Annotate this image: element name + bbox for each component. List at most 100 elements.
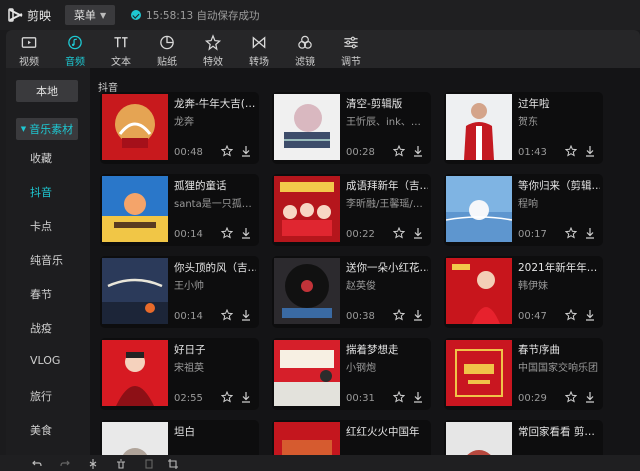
tab-sticker[interactable]: 贴纸 <box>144 30 190 68</box>
sidebar-item-instrumental[interactable]: 纯音乐 <box>30 252 63 268</box>
track-card[interactable]: 揣着梦想走 小钢炮 00:31 <box>272 338 431 410</box>
favorite-star-icon[interactable] <box>393 145 405 157</box>
effects-icon <box>204 34 222 51</box>
album-cover <box>446 422 512 455</box>
tab-effects[interactable]: 特效 <box>190 30 236 68</box>
track-card[interactable]: 坦白 <box>100 420 259 455</box>
filter-icon <box>298 35 312 49</box>
track-card[interactable]: 过年啦 贺东 01:43 <box>444 92 603 164</box>
album-cover <box>274 94 340 160</box>
track-card[interactable]: 你头顶的风（吉… 王小帅 00:14 <box>100 256 259 328</box>
sidebar-item-spring-festival[interactable]: 春节 <box>30 286 52 302</box>
tab-filter[interactable]: 滤镜 <box>282 30 328 68</box>
track-card[interactable]: 2021年新年年… 韩伊妹 00:47 <box>444 256 603 328</box>
sidebar-item-vlog[interactable]: VLOG <box>30 354 60 367</box>
sidebar-item-favorites[interactable]: 收藏 <box>30 150 52 166</box>
tab-audio[interactable]: 音频 <box>52 30 98 68</box>
sidebar-item-travel[interactable]: 旅行 <box>30 388 52 404</box>
menu-button[interactable]: 菜单 ▼ <box>65 5 116 25</box>
tab-adjust[interactable]: 调节 <box>328 30 374 68</box>
track-card[interactable]: 红红火火中国年 <box>272 420 431 455</box>
track-duration: 00:14 <box>174 229 203 240</box>
track-card[interactable]: 孤狸的童话 santa是一只孤… 00:14 <box>100 174 259 246</box>
track-artist: 王小帅 <box>174 281 204 292</box>
favorite-star-icon[interactable] <box>221 309 233 321</box>
track-card[interactable]: 春节序曲 中国国家交响乐团 00:29 <box>444 338 603 410</box>
track-list: 抖音 龙奔-牛年大吉(… 龙奔 00:48 清空-剪辑版 王忻辰、ink、… 00:28 过… <box>90 68 640 455</box>
menu-button-label: 菜单 <box>73 9 96 22</box>
favorite-star-icon[interactable] <box>221 391 233 403</box>
sidebar-item-food[interactable]: 美食 <box>30 422 52 438</box>
media-panel: 视频 音频 文本 贴纸 特效 转场 滤镜 调节 本地 ▼ 音乐素材 收藏 抖音 … <box>6 30 640 455</box>
download-icon[interactable] <box>240 227 252 239</box>
track-artist: 中国国家交响乐团 <box>518 363 598 374</box>
favorite-star-icon[interactable] <box>565 309 577 321</box>
sidebar-item-beat[interactable]: 卡点 <box>30 218 52 234</box>
download-icon[interactable] <box>240 145 252 157</box>
video-icon <box>21 37 37 48</box>
crop-icon[interactable] <box>168 459 178 469</box>
track-card[interactable]: 成语拜新年（吉… 李昕融/王馨瑶/… 00:22 <box>272 174 431 246</box>
sidebar-local-button[interactable]: 本地 <box>16 80 78 102</box>
track-card[interactable]: 龙奔-牛年大吉(… 龙奔 00:48 <box>100 92 259 164</box>
track-title: 常回家看看 剪… <box>518 426 595 438</box>
track-card[interactable]: 送你一朵小红花… 赵英俊 00:38 <box>272 256 431 328</box>
album-cover <box>274 176 340 242</box>
track-title: 好日子 <box>174 344 206 356</box>
track-duration: 00:28 <box>346 147 375 158</box>
tab-transition[interactable]: 转场 <box>236 30 282 68</box>
track-card[interactable]: 常回家看看 剪… <box>444 420 603 455</box>
sidebar-category-music[interactable]: ▼ 音乐素材 <box>16 118 78 140</box>
track-title: 春节序曲 <box>518 344 560 356</box>
album-cover <box>274 258 340 324</box>
track-card[interactable]: 好日子 宋祖英 02:55 <box>100 338 259 410</box>
track-artist: 小钢炮 <box>346 363 376 374</box>
text-icon <box>114 37 128 48</box>
track-card[interactable]: 清空-剪辑版 王忻辰、ink、… 00:28 <box>272 92 431 164</box>
redo-icon[interactable] <box>60 459 70 469</box>
download-icon[interactable] <box>412 227 424 239</box>
download-icon[interactable] <box>240 309 252 321</box>
track-artist: 赵英俊 <box>346 281 376 292</box>
favorite-star-icon[interactable] <box>221 227 233 239</box>
download-icon[interactable] <box>584 145 596 157</box>
favorite-star-icon[interactable] <box>221 145 233 157</box>
tab-text[interactable]: 文本 <box>98 30 144 68</box>
download-icon[interactable] <box>584 391 596 403</box>
album-cover <box>102 94 168 160</box>
split-icon[interactable] <box>88 459 98 469</box>
timeline-toolbar <box>0 455 640 471</box>
favorite-star-icon[interactable] <box>393 391 405 403</box>
download-icon[interactable] <box>412 391 424 403</box>
capcut-logo-icon <box>8 8 23 22</box>
track-title: 2021年新年年… <box>518 262 598 274</box>
track-duration: 00:31 <box>346 393 375 404</box>
track-artist: 贺东 <box>518 117 538 128</box>
download-icon[interactable] <box>584 227 596 239</box>
download-icon[interactable] <box>240 391 252 403</box>
favorite-star-icon[interactable] <box>565 145 577 157</box>
favorite-star-icon[interactable] <box>393 227 405 239</box>
favorite-star-icon[interactable] <box>565 391 577 403</box>
track-duration: 00:22 <box>346 229 375 240</box>
track-card[interactable]: 等你归来（剪辑… 程响 00:17 <box>444 174 603 246</box>
album-cover <box>446 258 512 324</box>
album-cover <box>446 176 512 242</box>
undo-icon[interactable] <box>32 459 42 469</box>
freeze-icon[interactable] <box>144 459 154 469</box>
tab-video[interactable]: 视频 <box>6 30 52 68</box>
track-duration: 00:14 <box>174 311 203 322</box>
album-cover <box>102 258 168 324</box>
audio-icon <box>68 35 82 50</box>
favorite-star-icon[interactable] <box>393 309 405 321</box>
track-artist: 韩伊妹 <box>518 281 548 292</box>
track-title: 红红火火中国年 <box>346 426 420 438</box>
delete-icon[interactable] <box>116 459 126 469</box>
favorite-star-icon[interactable] <box>565 227 577 239</box>
sidebar-item-douyin[interactable]: 抖音 <box>30 184 52 200</box>
download-icon[interactable] <box>412 309 424 321</box>
download-icon[interactable] <box>412 145 424 157</box>
sidebar-item-fight-epidemic[interactable]: 战疫 <box>30 320 52 336</box>
download-icon[interactable] <box>584 309 596 321</box>
album-cover <box>274 340 340 406</box>
